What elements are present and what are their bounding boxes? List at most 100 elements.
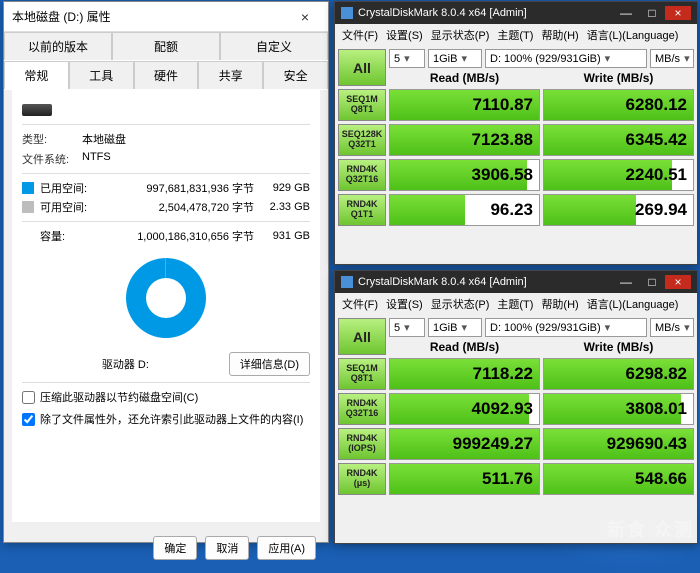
compress-input[interactable]	[22, 391, 35, 404]
type-label: 类型:	[22, 131, 82, 147]
ok-button[interactable]: 确定	[153, 536, 197, 560]
tabs-row-2: 常规工具硬件共享安全	[4, 61, 328, 90]
watermark: 新食 众测	[607, 516, 694, 542]
app-icon	[341, 7, 353, 19]
write-value: 929690.43	[543, 428, 694, 460]
menu-bar: 文件(F)设置(S)显示状态(P)主题(T)帮助(H)语言(L)(Languag…	[335, 293, 697, 315]
tab-general-panel: 类型:本地磁盘 文件系统:NTFS 已用空间: 997,681,831,936 …	[12, 90, 320, 522]
write-value: 269.94	[543, 194, 694, 226]
usage-pie-chart	[126, 258, 206, 338]
all-button[interactable]: All	[338, 318, 386, 355]
write-value: 6345.42	[543, 124, 694, 156]
test-button-RND4K-Q32T16[interactable]: RND4KQ32T16	[338, 393, 386, 425]
all-button[interactable]: All	[338, 49, 386, 86]
tab-共享[interactable]: 共享	[198, 61, 263, 89]
index-checkbox[interactable]: 除了文件属性外，还允许索引此驱动器上文件的内容(I)	[22, 411, 310, 427]
minimize-icon[interactable]: —	[613, 6, 639, 20]
free-bytes: 2,504,478,720 字节	[90, 199, 262, 215]
index-input[interactable]	[22, 413, 35, 426]
maximize-icon[interactable]: □	[639, 275, 665, 289]
benchmark-row: SEQ1MQ8T1 7110.87 6280.12	[335, 89, 697, 124]
drive-label: 驱动器 D:	[22, 356, 229, 372]
tab-配额[interactable]: 配额	[112, 32, 220, 60]
read-value: 999249.27	[389, 428, 540, 460]
crystaldiskmark-window-2: CrystalDiskMark 8.0.4 x64 [Admin] — □ × …	[334, 270, 698, 544]
menu-item[interactable]: 文件(F)	[339, 295, 381, 313]
menu-item[interactable]: 帮助(H)	[538, 295, 581, 313]
maximize-icon[interactable]: □	[639, 6, 665, 20]
close-icon[interactable]: ×	[290, 9, 320, 25]
menu-item[interactable]: 主题(T)	[494, 26, 536, 44]
menu-item[interactable]: 设置(S)	[383, 295, 426, 313]
used-gb: 929 GB	[262, 182, 310, 194]
read-value: 96.23	[389, 194, 540, 226]
tab-以前的版本[interactable]: 以前的版本	[4, 32, 112, 60]
tabs-row-1: 以前的版本配额自定义	[4, 32, 328, 61]
write-value: 6280.12	[543, 89, 694, 121]
size-select[interactable]: 1GiB	[428, 49, 482, 68]
unit-select[interactable]: MB/s	[650, 49, 694, 68]
test-button-RND4K-Q1T1[interactable]: RND4KQ1T1	[338, 194, 386, 226]
tab-硬件[interactable]: 硬件	[134, 61, 199, 89]
read-value: 511.76	[389, 463, 540, 495]
app-icon	[341, 276, 353, 288]
free-label: 可用空间:	[40, 199, 90, 215]
menu-item[interactable]: 帮助(H)	[538, 26, 581, 44]
write-value: 3808.01	[543, 393, 694, 425]
used-label: 已用空间:	[40, 180, 90, 196]
window-title: 本地磁盘 (D:) 属性	[12, 8, 111, 25]
test-button-RND4K-(IOPS)[interactable]: RND4K(IOPS)	[338, 428, 386, 460]
benchmark-row: SEQ128KQ32T1 7123.88 6345.42	[335, 124, 697, 159]
minimize-icon[interactable]: —	[613, 275, 639, 289]
cancel-button[interactable]: 取消	[205, 536, 249, 560]
drive-select[interactable]: D: 100% (929/931GiB)	[485, 318, 647, 337]
menu-item[interactable]: 显示状态(P)	[428, 26, 493, 44]
menu-item[interactable]: 文件(F)	[339, 26, 381, 44]
test-button-SEQ128K-Q32T1[interactable]: SEQ128KQ32T1	[338, 124, 386, 156]
tab-自定义[interactable]: 自定义	[220, 32, 328, 60]
type-value: 本地磁盘	[82, 131, 310, 147]
tab-安全[interactable]: 安全	[263, 61, 328, 89]
read-header: Read (MB/s)	[389, 70, 540, 86]
loops-select[interactable]: 5	[389, 318, 425, 337]
test-button-RND4K-(μs)[interactable]: RND4K(μs)	[338, 463, 386, 495]
menu-item[interactable]: 设置(S)	[383, 26, 426, 44]
capacity-label: 容量:	[40, 228, 90, 244]
write-value: 6298.82	[543, 358, 694, 390]
menu-bar: 文件(F)设置(S)显示状态(P)主题(T)帮助(H)语言(L)(Languag…	[335, 24, 697, 46]
fs-label: 文件系统:	[22, 151, 82, 167]
menu-item[interactable]: 语言(L)(Language)	[584, 26, 682, 44]
disk-icon	[22, 104, 52, 116]
loops-select[interactable]: 5	[389, 49, 425, 68]
titlebar[interactable]: CrystalDiskMark 8.0.4 x64 [Admin] — □ ×	[335, 271, 697, 293]
compress-checkbox[interactable]: 压缩此驱动器以节约磁盘空间(C)	[22, 389, 310, 405]
close-icon[interactable]: ×	[665, 6, 691, 20]
details-button[interactable]: 详细信息(D)	[229, 352, 310, 376]
test-button-SEQ1M-Q8T1[interactable]: SEQ1MQ8T1	[338, 89, 386, 121]
titlebar[interactable]: CrystalDiskMark 8.0.4 x64 [Admin] — □ ×	[335, 2, 697, 24]
write-value: 548.66	[543, 463, 694, 495]
titlebar[interactable]: 本地磁盘 (D:) 属性 ×	[4, 2, 328, 32]
unit-select[interactable]: MB/s	[650, 318, 694, 337]
test-button-SEQ1M-Q8T1[interactable]: SEQ1MQ8T1	[338, 358, 386, 390]
write-header: Write (MB/s)	[543, 339, 694, 355]
menu-item[interactable]: 主题(T)	[494, 295, 536, 313]
disk-properties-dialog: 本地磁盘 (D:) 属性 × 以前的版本配额自定义 常规工具硬件共享安全 类型:…	[3, 1, 329, 543]
tab-常规[interactable]: 常规	[4, 61, 69, 89]
tab-工具[interactable]: 工具	[69, 61, 134, 89]
menu-item[interactable]: 语言(L)(Language)	[584, 295, 682, 313]
test-button-RND4K-Q32T16[interactable]: RND4KQ32T16	[338, 159, 386, 191]
used-bytes: 997,681,831,936 字节	[90, 180, 262, 196]
dialog-buttons: 确定 取消 应用(A)	[4, 530, 328, 566]
close-icon[interactable]: ×	[665, 275, 691, 289]
fs-value: NTFS	[82, 151, 310, 167]
crystaldiskmark-window-1: CrystalDiskMark 8.0.4 x64 [Admin] — □ × …	[334, 1, 698, 265]
drive-select[interactable]: D: 100% (929/931GiB)	[485, 49, 647, 68]
capacity-bytes: 1,000,186,310,656 字节	[90, 228, 262, 244]
menu-item[interactable]: 显示状态(P)	[428, 295, 493, 313]
read-header: Read (MB/s)	[389, 339, 540, 355]
apply-button[interactable]: 应用(A)	[257, 536, 316, 560]
capacity-gb: 931 GB	[262, 230, 310, 242]
size-select[interactable]: 1GiB	[428, 318, 482, 337]
read-value: 7123.88	[389, 124, 540, 156]
